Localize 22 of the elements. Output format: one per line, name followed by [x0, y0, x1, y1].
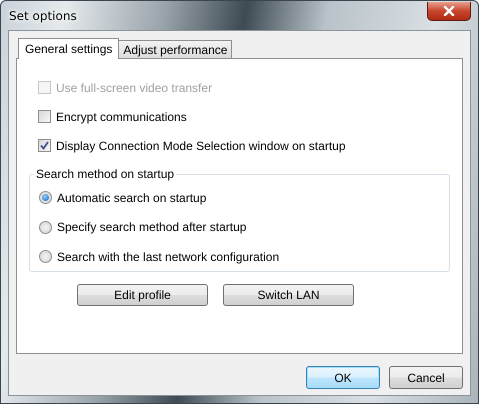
- checkbox[interactable]: [38, 110, 51, 123]
- radio-label: Search with the last network configuration: [57, 250, 280, 264]
- radio-button[interactable]: [39, 191, 52, 204]
- radio-button[interactable]: [39, 220, 52, 234]
- check-icon: [40, 141, 49, 150]
- checkbox-label: Display Connection Mode Selection window on startup: [56, 138, 346, 152]
- radio-button[interactable]: [39, 250, 52, 264]
- checkbox[interactable]: [38, 139, 51, 152]
- cancel-button[interactable]: Cancel: [389, 366, 463, 389]
- close-button[interactable]: [427, 2, 471, 20]
- action-button[interactable]: Edit profile: [77, 284, 208, 306]
- radio-label: Automatic search on startup: [57, 190, 206, 205]
- radio-label: Specify search method after startup: [57, 220, 246, 234]
- action-button[interactable]: Switch LAN: [223, 284, 354, 306]
- group-title: Search method on startup: [34, 167, 176, 181]
- close-icon: [443, 6, 455, 16]
- tab[interactable]: Adjust performance: [118, 40, 232, 58]
- checkbox-label: Use full-screen video transfer: [56, 80, 212, 94]
- window-title: Set options: [8, 8, 77, 22]
- tab[interactable]: General settings: [18, 38, 120, 59]
- checkbox-label: Encrypt communications: [56, 110, 187, 124]
- ok-button[interactable]: OK: [306, 366, 380, 389]
